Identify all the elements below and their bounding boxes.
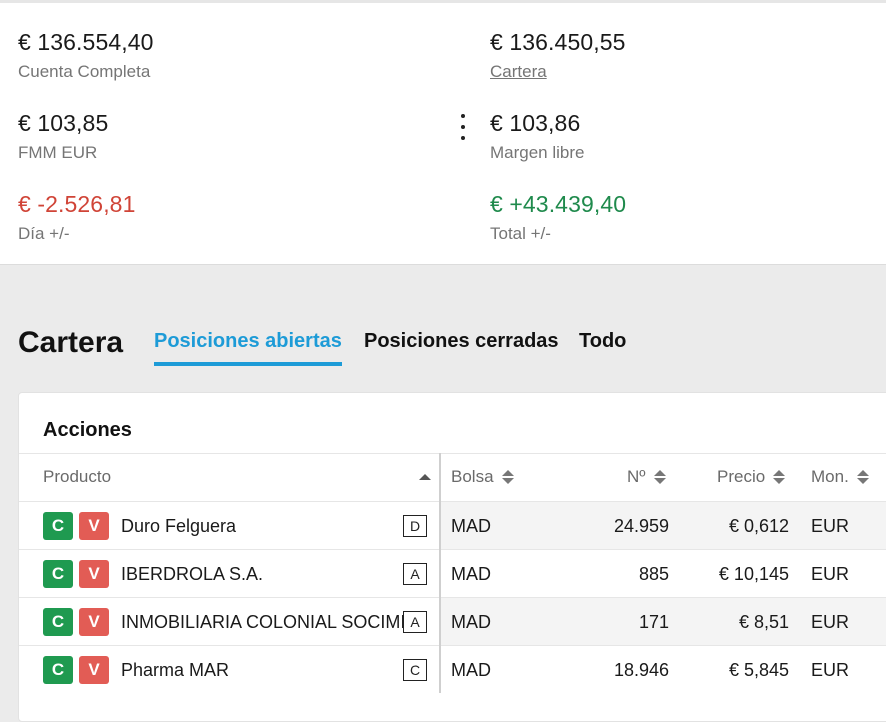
- price-cell: € 0,612: [728, 516, 789, 536]
- quantity-cell: 885: [638, 564, 669, 584]
- category-badge: A: [403, 563, 427, 585]
- total-change-label: Total +/-: [490, 224, 551, 243]
- day-change-label: Día +/-: [18, 224, 70, 243]
- day-change-value: € -2.526,81: [18, 191, 136, 217]
- tab-label: Posiciones cerradas: [364, 330, 559, 352]
- section-title: Acciones: [43, 419, 132, 441]
- metric-full-account: € 136.554,40 Cuenta Completa: [18, 29, 154, 82]
- total-change-value: € +43.439,40: [490, 191, 627, 217]
- buy-button[interactable]: C: [43, 512, 73, 540]
- category-badge: C: [403, 659, 427, 681]
- column-label: Nº: [627, 467, 646, 486]
- full-account-label: Cuenta Completa: [18, 62, 151, 81]
- column-label: Precio: [717, 467, 766, 486]
- fmm-label: FMM EUR: [18, 143, 98, 162]
- portfolio-value: € 136.450,55: [490, 29, 626, 55]
- category-badge: A: [403, 611, 427, 633]
- row-fixed-part: C V Pharma MAR C: [19, 646, 439, 693]
- full-account-value: € 136.554,40: [18, 29, 154, 55]
- table-row: C V Duro Felguera D MAD 24.959 € 0,612 E…: [19, 501, 886, 549]
- table-row: C V INMOBILIARIA COLONIAL SOCIMI A MAD 1…: [19, 597, 886, 645]
- column-header-exchange[interactable]: Bolsa: [451, 453, 514, 501]
- row-fixed-part: C V INMOBILIARIA COLONIAL SOCIMI A: [19, 598, 439, 645]
- product-name[interactable]: IBERDROLA S.A.: [121, 564, 263, 585]
- metric-portfolio: € 136.450,55 Cartera: [490, 29, 626, 82]
- tab-closed-positions[interactable]: Posiciones cerradas: [364, 330, 559, 353]
- page-title: Cartera: [18, 326, 124, 359]
- row-data-part: MAD 171 € 8,51 EUR: [441, 598, 886, 645]
- more-vertical-icon[interactable]: [455, 114, 471, 140]
- free-margin-label: Margen libre: [490, 143, 585, 162]
- column-header-currency[interactable]: Mon.: [811, 453, 869, 501]
- currency-cell: EUR: [811, 660, 850, 680]
- sell-button[interactable]: V: [79, 608, 109, 636]
- table-row: C V IBERDROLA S.A. A MAD 885 € 10,145 EU…: [19, 549, 886, 597]
- buy-button[interactable]: C: [43, 656, 73, 684]
- fmm-value: € 103,85: [18, 110, 109, 136]
- quantity-cell: 24.959: [613, 516, 669, 536]
- sell-button[interactable]: V: [79, 656, 109, 684]
- sort-both-icon: [653, 470, 666, 484]
- price-cell: € 5,845: [728, 660, 789, 680]
- currency-cell: EUR: [811, 564, 850, 584]
- metric-total-change: € +43.439,40 Total +/-: [490, 191, 626, 244]
- sort-asc-icon: [419, 474, 431, 480]
- sort-both-icon: [773, 470, 786, 484]
- exchange-cell: MAD: [451, 612, 491, 632]
- free-margin-value: € 103,86: [490, 110, 581, 136]
- buy-button[interactable]: C: [43, 608, 73, 636]
- column-header-product[interactable]: Producto: [43, 453, 431, 501]
- tab-label: Todo: [579, 330, 627, 352]
- tab-open-positions[interactable]: Posiciones abiertas: [154, 330, 342, 366]
- sell-button[interactable]: V: [79, 512, 109, 540]
- row-data-part: MAD 18.946 € 5,845 EUR: [441, 646, 886, 693]
- column-label: Producto: [43, 467, 112, 486]
- sell-button[interactable]: V: [79, 560, 109, 588]
- row-data-part: MAD 885 € 10,145 EUR: [441, 550, 886, 597]
- row-data-part: MAD 24.959 € 0,612 EUR: [441, 502, 886, 549]
- metric-free-margin: € 103,86 Margen libre: [490, 110, 585, 163]
- column-divider[interactable]: [439, 453, 441, 693]
- exchange-cell: MAD: [451, 660, 491, 680]
- buy-button[interactable]: C: [43, 560, 73, 588]
- tab-label: Posiciones abiertas: [154, 330, 342, 352]
- quantity-cell: 171: [638, 612, 669, 632]
- currency-cell: EUR: [811, 516, 850, 536]
- metric-fmm: € 103,85 FMM EUR: [18, 110, 108, 163]
- account-summary: € 136.554,40 Cuenta Completa € 136.450,5…: [0, 0, 886, 265]
- column-header-price[interactable]: Precio: [717, 453, 786, 501]
- product-name[interactable]: INMOBILIARIA COLONIAL SOCIMI: [121, 612, 405, 633]
- table-row: C V Pharma MAR C MAD 18.946 € 5,845 EUR: [19, 645, 886, 693]
- column-header-quantity[interactable]: Nº: [627, 453, 666, 501]
- exchange-cell: MAD: [451, 564, 491, 584]
- sort-both-icon: [501, 470, 514, 484]
- quantity-cell: 18.946: [613, 660, 669, 680]
- portfolio-link[interactable]: Cartera: [490, 62, 626, 82]
- category-badge: D: [403, 515, 427, 537]
- column-label: Mon.: [811, 467, 849, 486]
- row-fixed-part: C V IBERDROLA S.A. A: [19, 550, 439, 597]
- currency-cell: EUR: [811, 612, 850, 632]
- tab-all[interactable]: Todo: [579, 330, 626, 353]
- product-name[interactable]: Pharma MAR: [121, 660, 229, 681]
- exchange-cell: MAD: [451, 516, 491, 536]
- price-cell: € 8,51: [738, 612, 789, 632]
- metric-day-change: € -2.526,81 Día +/-: [18, 191, 135, 244]
- positions-card: Acciones Producto Bolsa Nº Precio Mon. C…: [18, 392, 886, 722]
- active-tab-indicator: [154, 362, 342, 366]
- row-fixed-part: C V Duro Felguera D: [19, 502, 439, 549]
- sort-both-icon: [856, 470, 869, 484]
- price-cell: € 10,145: [718, 564, 789, 584]
- product-name[interactable]: Duro Felguera: [121, 516, 236, 537]
- column-label: Bolsa: [451, 467, 494, 486]
